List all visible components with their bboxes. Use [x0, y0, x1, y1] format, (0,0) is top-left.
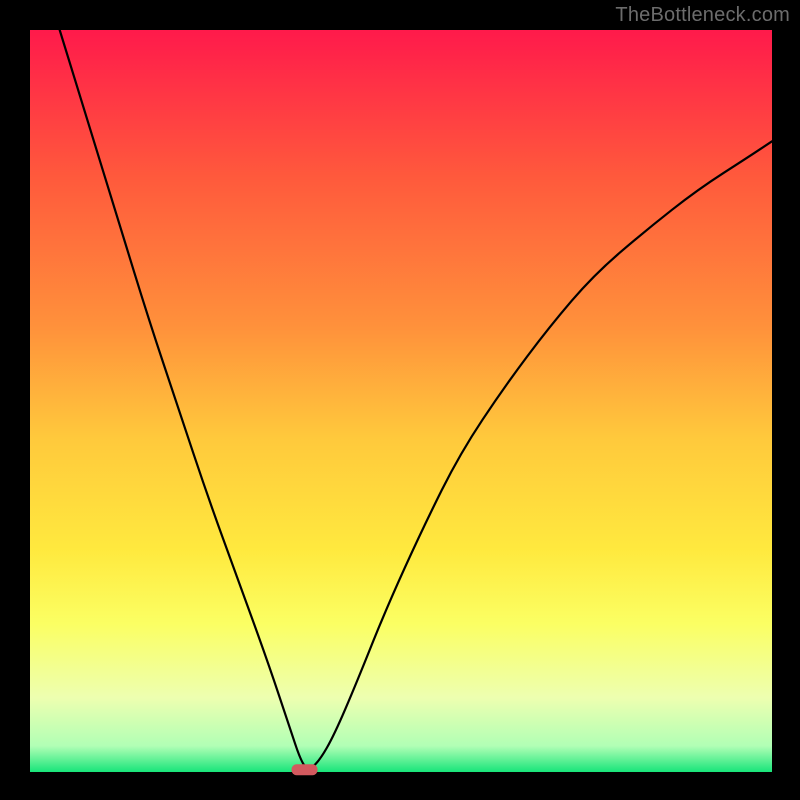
bottleneck-chart — [0, 0, 800, 800]
watermark-text: TheBottleneck.com — [615, 4, 790, 27]
chart-frame: TheBottleneck.com — [0, 0, 800, 800]
plot-background — [30, 30, 772, 772]
minimum-marker — [292, 764, 318, 775]
